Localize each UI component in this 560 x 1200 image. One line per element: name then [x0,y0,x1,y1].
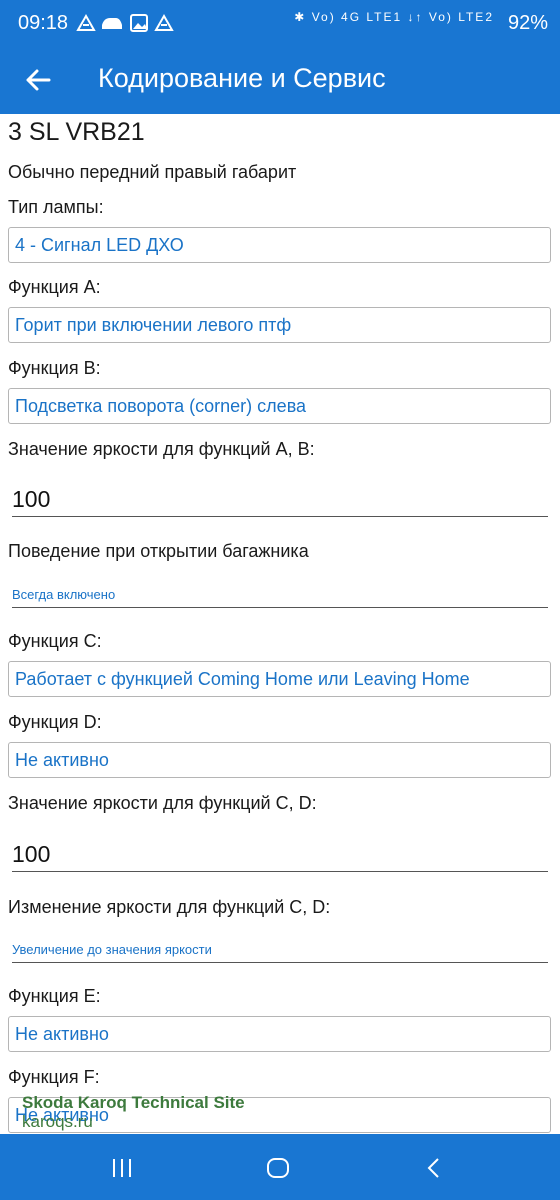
signal-app-icon-2 [154,13,174,31]
function-b-select[interactable]: Подсветка поворота (corner) слева [8,388,551,424]
watermark-line-1: Skoda Karoq Technical Site [22,1093,245,1112]
app-bar: Кодирование и Сервис [0,48,560,114]
network-status: ✱ Vo) 4G LTE1 ↓↑ Vo) LTE2 [294,10,494,24]
function-e-label: Функция E: [8,986,101,1006]
back-button[interactable] [16,58,60,102]
function-c-select[interactable]: Работает с функцией Coming Home или Leav… [8,661,551,697]
function-d-label: Функция D: [8,712,102,732]
lamp-type-label: Тип лампы: [8,197,104,217]
trunk-behavior-label: Поведение при открытии багажника [8,541,309,561]
module-subtitle: Обычно передний правый габарит [8,162,297,182]
home-icon [267,1158,289,1178]
function-e-select[interactable]: Не активно [8,1016,551,1052]
bluetooth-icon: ✱ [294,10,307,24]
function-a-label: Функция A: [8,277,101,297]
notification-icons-svg [76,13,174,32]
battery-level: 92% [507,12,548,34]
brightness-change-label: Изменение яркости для функций C, D: [8,897,331,917]
brightness-change-select[interactable]: Увеличение до значения яркости [12,940,548,963]
trunk-behavior-select[interactable]: Всегда включено [12,585,548,608]
signal-app-icon [76,13,96,31]
brightness-cd-label: Значение яркости для функций C, D: [8,793,317,813]
function-d-select[interactable]: Не активно [8,742,551,778]
function-f-label: Функция F: [8,1067,100,1087]
brightness-ab-input[interactable]: 100 [12,482,548,517]
function-c-label: Функция C: [8,631,102,651]
car-icon [102,18,122,29]
status-time: 09:18 [18,12,69,34]
back-icon [427,1158,439,1178]
function-a-select[interactable]: Горит при включении левого птф [8,307,551,343]
nav-back-button[interactable] [414,1148,454,1188]
brightness-cd-input[interactable]: 100 [12,837,548,872]
module-heading: 3 SL VRB21 [8,118,145,146]
home-button[interactable] [258,1148,298,1188]
system-nav-bar [0,1134,560,1200]
recent-apps-button[interactable] [102,1148,142,1188]
function-b-label: Функция B: [8,358,101,378]
watermark: Skoda Karoq Technical Site karoqs.ru [22,1093,245,1131]
recent-apps-icon [113,1159,131,1177]
status-bar: 09:18 ✱ Vo) 4G LTE1 ↓↑ Vo) LTE2 92% [0,0,560,48]
network-text: Vo) 4G LTE1 ↓↑ Vo) LTE2 [311,10,494,24]
lamp-type-select[interactable]: 4 - Сигнал LED ДХО [8,227,551,263]
page-title: Кодирование и Сервис [98,63,386,93]
arrow-back-icon [26,69,51,91]
watermark-line-2: karoqs.ru [22,1112,93,1131]
coding-form: 3 SL VRB21 Обычно передний правый габари… [0,114,560,1134]
notification-icons [76,12,188,39]
brightness-ab-label: Значение яркости для функций A, B: [8,439,315,459]
